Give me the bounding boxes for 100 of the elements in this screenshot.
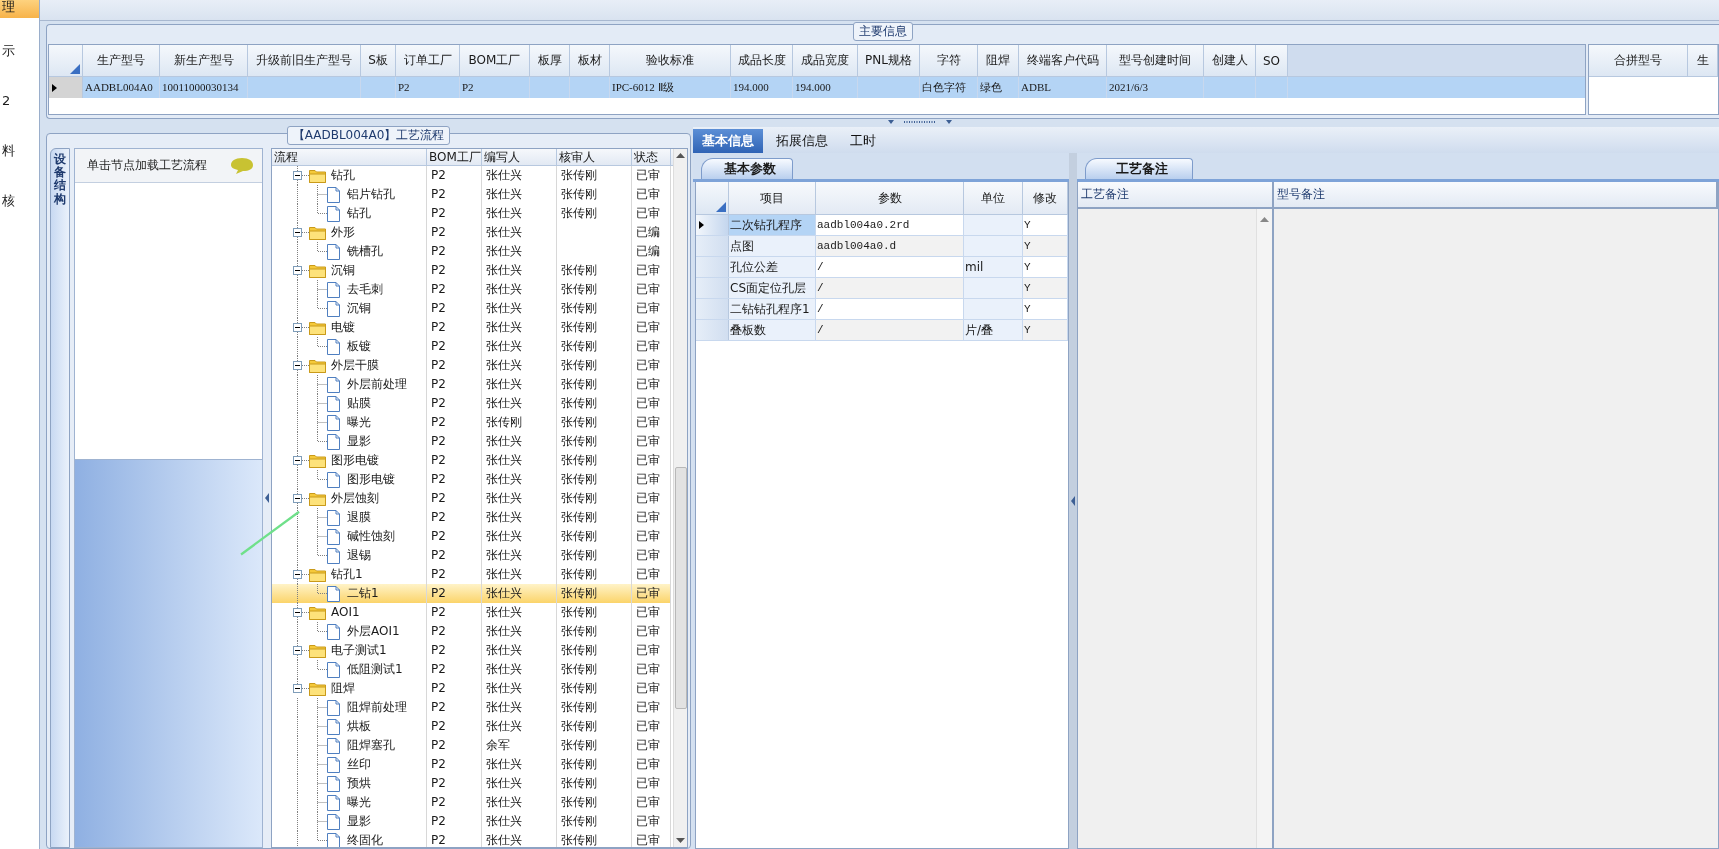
column-header[interactable]: 生 [1688, 45, 1718, 76]
tree-node-label: 铝片钻孔 [347, 186, 395, 203]
document-icon [327, 718, 340, 735]
column-header[interactable]: 核审人 [557, 149, 632, 165]
tree-node-label: 曝光 [347, 414, 371, 431]
collapse-toggle-icon[interactable] [293, 494, 302, 503]
table-row[interactable]: 孔位公差 / mil Y [696, 257, 1068, 278]
table-row[interactable]: 二钻钻孔程序1 / Y [696, 299, 1068, 320]
sort-corner-icon [70, 64, 80, 74]
table-row[interactable]: 二次钻孔程序 aadbl004a0.2rd Y [696, 215, 1068, 236]
table-row[interactable]: CS面定位孔层 / Y [696, 278, 1068, 299]
column-header[interactable]: 修改 [1023, 182, 1068, 214]
tree-node-label: 外层蚀刻 [331, 490, 379, 507]
collapse-toggle-icon[interactable] [293, 608, 302, 617]
column-header[interactable]: PNL规格 [858, 45, 920, 76]
tree-node-label: 碱性蚀刻 [347, 528, 395, 545]
column-header[interactable]: 型号创建时间 [1107, 45, 1204, 76]
collapse-toggle-icon[interactable] [293, 570, 302, 579]
table-cell: Y [1023, 257, 1068, 277]
scroll-up-icon[interactable] [1260, 217, 1269, 222]
tree-node-label: 板镀 [347, 338, 371, 355]
column-header[interactable]: 新生产型号 [160, 45, 248, 76]
document-icon [327, 243, 340, 260]
column-header[interactable]: 成品长度 [731, 45, 793, 76]
column-header[interactable]: 生产型号 [83, 45, 160, 76]
tree-node-label: 图形电镀 [347, 471, 395, 488]
tree-node-label: 显影 [347, 813, 371, 830]
column-header[interactable]: 编写人 [482, 149, 557, 165]
document-icon [327, 737, 340, 754]
table-cell: 片/叠 [964, 320, 1023, 340]
column-header[interactable]: 型号备注 [1274, 182, 1718, 207]
collapse-toggle-icon[interactable] [293, 228, 302, 237]
collapse-toggle-icon[interactable] [293, 646, 302, 655]
panel-tab[interactable]: 基本参数 [701, 158, 793, 179]
tab[interactable]: 工时 [841, 129, 885, 153]
document-icon [327, 186, 340, 203]
table-cell: 白色字符 [920, 77, 978, 98]
collapse-toggle-icon[interactable] [293, 361, 302, 370]
document-icon [327, 395, 340, 412]
column-header[interactable]: 项目 [729, 182, 816, 214]
table-cell: ADBL [1019, 77, 1107, 98]
document-icon [327, 300, 340, 317]
column-header[interactable]: 参数 [816, 182, 964, 214]
column-header[interactable]: 流程 [272, 149, 427, 165]
column-header[interactable]: 工艺备注 [1078, 182, 1274, 207]
scrollbar[interactable] [673, 149, 687, 847]
column-header[interactable]: 合拼型号 [1589, 45, 1688, 76]
scroll-up-icon[interactable] [676, 153, 685, 158]
collapse-arrow-icon[interactable] [265, 493, 269, 503]
splitter-grip-icon[interactable] [887, 119, 952, 126]
tree-row[interactable]: 二钻1 P2 张仕兴 张传刚 已审 [272, 584, 671, 603]
column-header[interactable]: 状态 [632, 149, 671, 165]
tree-node-label: 沉铜 [347, 300, 371, 317]
column-header[interactable]: 板厚 [530, 45, 570, 76]
column-header[interactable]: S板 [361, 45, 396, 76]
column-header[interactable]: 创建人 [1204, 45, 1256, 76]
collapse-toggle-icon[interactable] [293, 171, 302, 180]
scroll-down-icon[interactable] [676, 838, 685, 843]
column-header[interactable]: 板材 [570, 45, 610, 76]
document-icon [327, 281, 340, 298]
tree-node-label: AOI1 [331, 604, 360, 621]
table-row[interactable]: 叠板数 / 片/叠 Y [696, 320, 1068, 341]
column-header[interactable]: 终端客户代码 [1019, 45, 1107, 76]
tab[interactable]: 基本信息 [693, 129, 763, 153]
column-header[interactable]: 单位 [964, 182, 1023, 214]
column-header[interactable]: BOM工厂 [427, 149, 482, 165]
collapse-toggle-icon[interactable] [293, 323, 302, 332]
tab[interactable]: 拓展信息 [767, 129, 837, 153]
group-title: 主要信息 [853, 22, 913, 41]
folder-icon [309, 453, 326, 468]
collapse-arrow-icon[interactable] [1071, 496, 1075, 506]
tree-node-label: 低阻测试1 [347, 661, 403, 678]
document-icon [327, 528, 340, 545]
collapse-toggle-icon[interactable] [293, 456, 302, 465]
tree-node-label: 曝光 [347, 794, 371, 811]
tree-node-label: 外层AOI1 [347, 623, 400, 640]
nav-item[interactable]: 料 [0, 140, 39, 162]
scroll-thumb[interactable] [674, 467, 687, 709]
row-header[interactable] [696, 215, 729, 235]
column-header[interactable]: 成品宽度 [793, 45, 858, 76]
panel-tab[interactable]: 工艺备注 [1085, 158, 1193, 179]
column-header[interactable]: BOM工厂 [460, 45, 530, 76]
side-tab[interactable]: 设备结构 [50, 148, 70, 848]
column-header[interactable]: 订单工厂 [396, 45, 460, 76]
column-header[interactable]: 升级前旧生产型号 [248, 45, 361, 76]
tree-node-label: 退锡 [347, 547, 371, 564]
table-cell: P2 [460, 77, 530, 98]
table-cell: Y [1023, 236, 1068, 256]
nav-item[interactable]: 示 [0, 40, 39, 62]
column-header[interactable]: 验收标准 [610, 45, 731, 76]
nav-item[interactable]: 理 [0, 0, 39, 18]
table-row[interactable]: 点图 aadbl004a0.d Y [696, 236, 1068, 257]
group-title: 【AADBL004A0】工艺流程 [286, 126, 451, 145]
nav-item[interactable]: 核 [0, 190, 39, 212]
collapse-toggle-icon[interactable] [293, 266, 302, 275]
table-cell: 孔位公差 [729, 257, 816, 277]
column-header[interactable]: 阻焊 [978, 45, 1019, 76]
column-header[interactable]: 字符 [920, 45, 978, 76]
nav-item[interactable]: 2 [0, 90, 39, 112]
collapse-toggle-icon[interactable] [293, 684, 302, 693]
